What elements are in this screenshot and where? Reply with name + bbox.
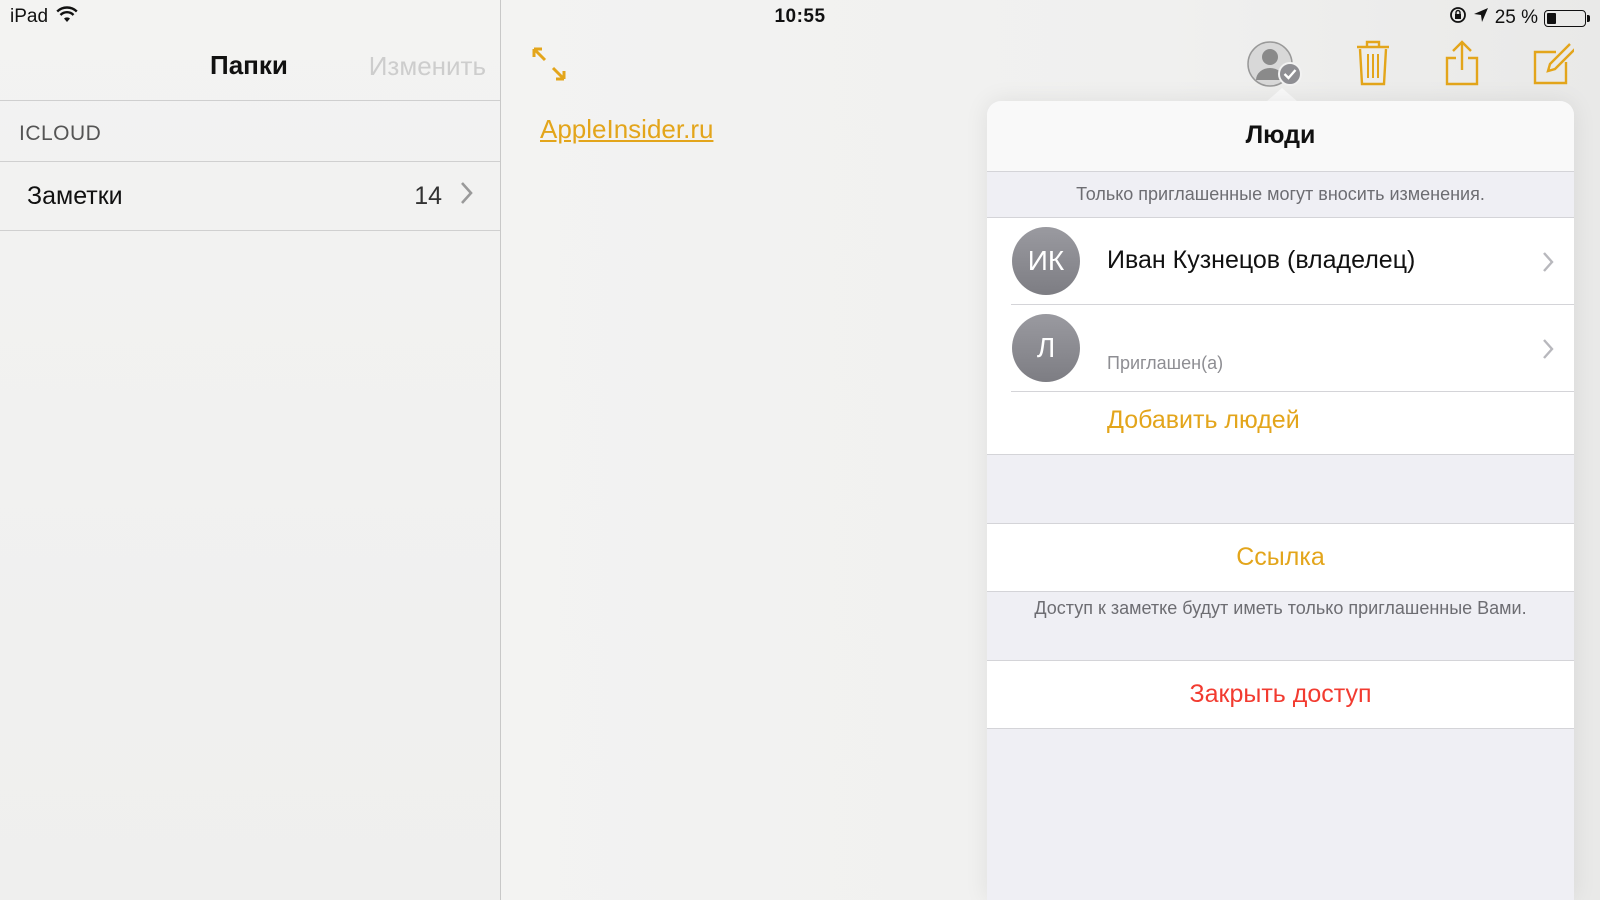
person-row-owner[interactable]: ИК Иван Кузнецов (владелец) [987, 218, 1574, 304]
battery-level [1547, 12, 1556, 24]
avatar: Л [1012, 314, 1080, 382]
compose-icon[interactable] [1532, 40, 1576, 91]
battery-percent: 25 % [1494, 7, 1538, 28]
chevron-right-icon [1542, 251, 1554, 278]
row-divider [1011, 391, 1574, 392]
person-name: Иван Кузнецов (владелец) [1107, 246, 1416, 274]
link-group: Ссылка [987, 523, 1574, 592]
hint-bottom: Доступ к заметке будут иметь только приг… [1034, 598, 1527, 618]
people-popover: Люди Только приглашенные могут вносить и… [987, 101, 1574, 900]
note-link[interactable]: AppleInsider.ru [540, 114, 713, 145]
add-people-button[interactable]: Добавить людей [1107, 406, 1300, 435]
person-row-invited[interactable]: Л Приглашен(а) [987, 305, 1574, 391]
edit-button[interactable]: Изменить [369, 51, 486, 82]
orientation-lock-icon [1449, 6, 1467, 30]
status-bar: iPad 10:55 25 % [0, 0, 1600, 32]
popover-arrow [1266, 88, 1298, 102]
stop-sharing-button[interactable]: Закрыть доступ [987, 680, 1574, 709]
status-right: 25 % [1449, 6, 1590, 30]
location-icon [1473, 7, 1489, 29]
sidebar-title: Папки [210, 50, 288, 80]
chevron-right-icon [460, 180, 474, 211]
trash-icon[interactable] [1356, 40, 1390, 91]
avatar: ИК [1012, 227, 1080, 295]
popover-header: Люди [987, 101, 1574, 172]
folder-label: Заметки [27, 182, 123, 210]
stop-sharing-group: Закрыть доступ [987, 660, 1574, 729]
link-button[interactable]: Ссылка [987, 543, 1574, 572]
sidebar: Папки Изменить ICLOUD Заметки 14 [0, 0, 501, 900]
invite-status: Приглашен(а) [1107, 353, 1224, 373]
clock: 10:55 [774, 6, 826, 27]
folder-count: 14 [414, 182, 442, 210]
expand-icon[interactable] [530, 45, 568, 88]
people-share-icon[interactable] [1246, 40, 1306, 93]
hint-top: Только приглашенные могут вносить измене… [1076, 184, 1485, 204]
battery-icon [1544, 9, 1590, 27]
popover-title: Люди [1245, 121, 1316, 149]
chevron-right-icon [1542, 338, 1554, 365]
section-header-icloud: ICLOUD [19, 122, 102, 145]
folder-row-notes[interactable]: Заметки 14 [0, 162, 500, 231]
share-icon[interactable] [1444, 40, 1480, 91]
